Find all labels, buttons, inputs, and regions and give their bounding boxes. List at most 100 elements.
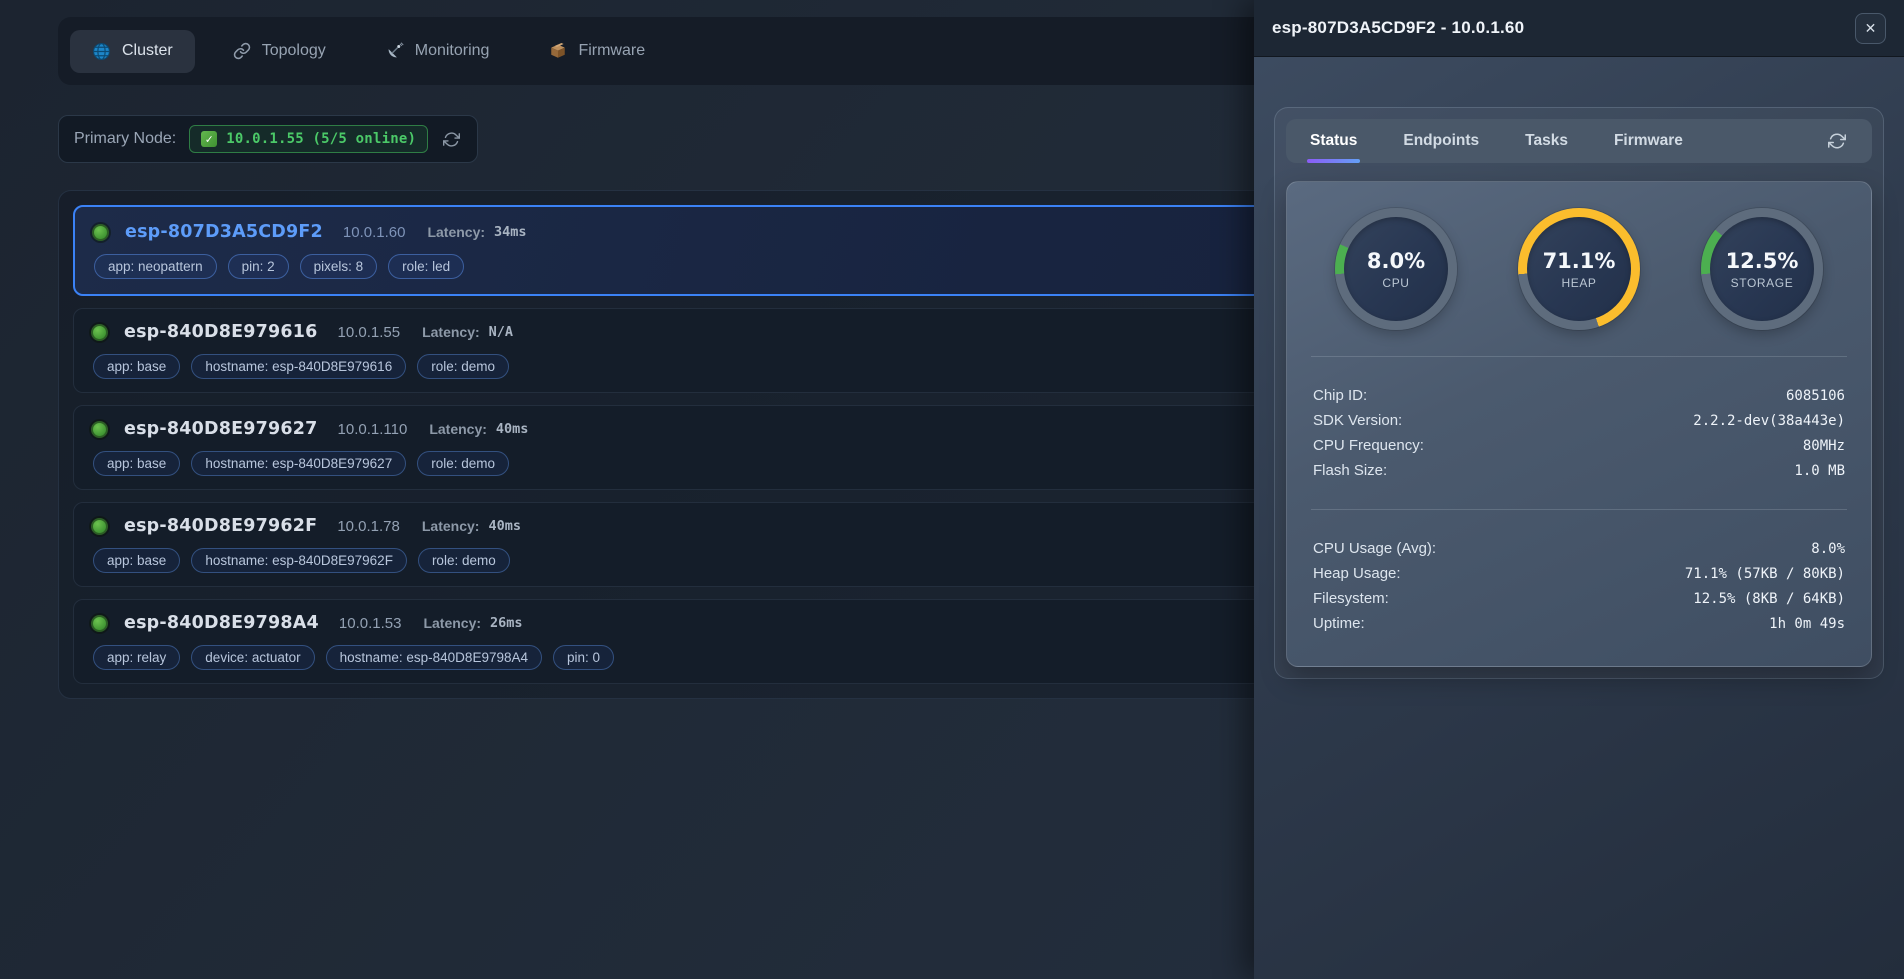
latency-value: 40ms xyxy=(496,421,529,437)
tab-label: Cluster xyxy=(122,42,173,60)
satellite-icon xyxy=(386,42,404,60)
online-dot-icon xyxy=(92,224,109,241)
device-name: esp-840D8E97962F xyxy=(124,516,317,536)
device-tag: role: led xyxy=(388,254,464,279)
package-icon xyxy=(549,42,567,60)
info-row-chip-id: Chip ID: 6085106 xyxy=(1313,383,1845,408)
info-row-flash-size: Flash Size: 1.0 MB xyxy=(1313,458,1845,483)
panel-tab-wrapper: Status Endpoints Tasks Firmware 8.0% CPU xyxy=(1274,107,1884,679)
primary-node-label: Primary Node: xyxy=(74,130,176,148)
device-ip: 10.0.1.60 xyxy=(343,224,406,241)
online-dot-icon xyxy=(91,518,108,535)
primary-node-value: 10.0.1.55 (5/5 online) xyxy=(226,131,416,147)
device-tag: app: base xyxy=(93,354,180,379)
tab-label: Topology xyxy=(262,42,326,60)
divider xyxy=(1311,356,1847,357)
device-detail-panel: esp-807D3A5CD9F2 - 10.0.1.60 ✕ Status En… xyxy=(1254,0,1904,979)
info-label: Heap Usage: xyxy=(1313,565,1401,582)
close-icon[interactable]: ✕ xyxy=(1855,13,1886,44)
info-label: SDK Version: xyxy=(1313,412,1402,429)
device-tag: app: relay xyxy=(93,645,180,670)
device-tag: hostname: esp-840D8E97962F xyxy=(191,548,407,573)
device-tag: app: base xyxy=(93,451,180,476)
gauge-value: 71.1% xyxy=(1543,249,1616,273)
panel-tab-bar: Status Endpoints Tasks Firmware xyxy=(1286,119,1872,163)
refresh-icon[interactable] xyxy=(1826,130,1848,152)
tab-label: Monitoring xyxy=(415,42,490,60)
refresh-icon[interactable] xyxy=(441,129,462,150)
latency-label: Latency: xyxy=(429,421,487,437)
info-value: 8.0% xyxy=(1811,541,1845,557)
info-row-heap-usage: Heap Usage: 71.1% (57KB / 80KB) xyxy=(1313,561,1845,586)
info-row-cpu-usage: CPU Usage (Avg): 8.0% xyxy=(1313,536,1845,561)
device-tag: pin: 0 xyxy=(553,645,614,670)
latency-label: Latency: xyxy=(427,224,485,240)
info-row-sdk-version: SDK Version: 2.2.2-dev(38a443e) xyxy=(1313,408,1845,433)
tab-label: Firmware xyxy=(578,42,645,60)
panel-tab-status[interactable]: Status xyxy=(1310,119,1357,163)
panel-tab-endpoints[interactable]: Endpoints xyxy=(1403,119,1479,163)
device-name: esp-840D8E979627 xyxy=(124,419,318,439)
device-tag: hostname: esp-840D8E9798A4 xyxy=(326,645,542,670)
panel-body: Status Endpoints Tasks Firmware 8.0% CPU xyxy=(1254,57,1904,679)
device-name: esp-840D8E9798A4 xyxy=(124,613,319,633)
tab-monitoring[interactable]: Monitoring xyxy=(364,30,512,72)
info-value: 6085106 xyxy=(1786,388,1845,404)
tab-firmware[interactable]: Firmware xyxy=(527,30,667,72)
primary-node-badge: ✓ 10.0.1.55 (5/5 online) xyxy=(189,125,428,153)
info-value: 12.5% (8KB / 64KB) xyxy=(1693,591,1845,607)
info-value: 1h 0m 49s xyxy=(1769,616,1845,632)
device-tag: pin: 2 xyxy=(228,254,289,279)
info-value: 2.2.2-dev(38a443e) xyxy=(1693,413,1845,429)
latency-value: 34ms xyxy=(494,224,527,240)
device-tag: hostname: esp-840D8E979616 xyxy=(191,354,406,379)
online-dot-icon xyxy=(91,421,108,438)
panel-tab-firmware[interactable]: Firmware xyxy=(1614,119,1683,163)
gauges-row: 8.0% CPU 71.1% HEAP 12.5% STORAGE xyxy=(1313,208,1845,330)
device-name: esp-840D8E979616 xyxy=(124,322,318,342)
info-row-uptime: Uptime: 1h 0m 49s xyxy=(1313,611,1845,636)
device-name: esp-807D3A5CD9F2 xyxy=(125,222,323,242)
device-tag: hostname: esp-840D8E979627 xyxy=(191,451,406,476)
latency-value: 40ms xyxy=(488,518,521,534)
latency-label: Latency: xyxy=(423,615,481,631)
device-tag: role: demo xyxy=(418,548,510,573)
device-ip: 10.0.1.55 xyxy=(338,324,401,341)
panel-header: esp-807D3A5CD9F2 - 10.0.1.60 ✕ xyxy=(1254,0,1904,57)
info-value: 71.1% (57KB / 80KB) xyxy=(1685,566,1845,582)
latency-label: Latency: xyxy=(422,324,480,340)
gauge-label: CPU xyxy=(1382,276,1409,290)
info-row-cpu-frequency: CPU Frequency: 80MHz xyxy=(1313,433,1845,458)
info-label: Flash Size: xyxy=(1313,462,1387,479)
info-row-filesystem: Filesystem: 12.5% (8KB / 64KB) xyxy=(1313,586,1845,611)
gauge-label: HEAP xyxy=(1561,276,1596,290)
cpu-gauge: 8.0% CPU xyxy=(1335,208,1457,330)
panel-tab-tasks[interactable]: Tasks xyxy=(1525,119,1568,163)
device-tag: role: demo xyxy=(417,451,509,476)
online-dot-icon xyxy=(91,324,108,341)
info-label: Chip ID: xyxy=(1313,387,1367,404)
tab-topology[interactable]: Topology xyxy=(211,30,348,72)
link-icon xyxy=(233,42,251,60)
storage-gauge: 12.5% STORAGE xyxy=(1701,208,1823,330)
globe-icon xyxy=(92,42,111,61)
tab-cluster[interactable]: Cluster xyxy=(70,30,195,73)
latency-value: 26ms xyxy=(490,615,523,631)
device-ip: 10.0.1.53 xyxy=(339,615,402,632)
panel-title: esp-807D3A5CD9F2 - 10.0.1.60 xyxy=(1272,18,1524,38)
latency-label: Latency: xyxy=(422,518,480,534)
info-value: 80MHz xyxy=(1803,438,1845,454)
device-tag: role: demo xyxy=(417,354,509,379)
gauge-value: 12.5% xyxy=(1726,249,1799,273)
gauge-value: 8.0% xyxy=(1367,249,1425,273)
device-tag: app: neopattern xyxy=(94,254,217,279)
info-value: 1.0 MB xyxy=(1794,463,1845,479)
info-label: CPU Usage (Avg): xyxy=(1313,540,1436,557)
info-label: Filesystem: xyxy=(1313,590,1389,607)
device-ip: 10.0.1.78 xyxy=(337,518,400,535)
divider xyxy=(1311,509,1847,510)
online-dot-icon xyxy=(91,615,108,632)
device-tag: app: base xyxy=(93,548,180,573)
device-tag: device: actuator xyxy=(191,645,314,670)
gauge-label: STORAGE xyxy=(1731,276,1794,290)
